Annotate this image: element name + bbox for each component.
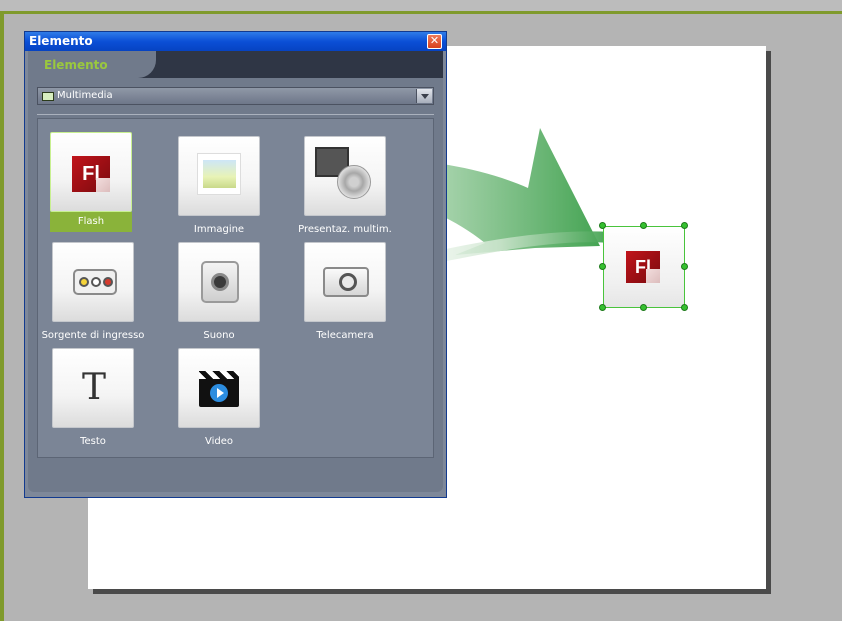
element-panel: Elemento ✕ Elemento Multimedia Fl Flash [24, 31, 447, 498]
element-grid: Fl Flash Immagine Presentaz. multim. Sor… [37, 118, 434, 458]
multimedia-presentation-icon [315, 147, 373, 199]
item-telecamera-tile[interactable] [304, 242, 386, 322]
top-bar [0, 0, 842, 14]
tab-elemento-label: Elemento [44, 58, 108, 72]
resize-handle-e[interactable] [681, 263, 688, 270]
separator [37, 114, 434, 115]
item-presentazione-tile[interactable] [304, 136, 386, 216]
item-suono[interactable]: Suono [178, 242, 260, 341]
item-testo-label: Testo [80, 436, 106, 447]
tab-elemento[interactable]: Elemento [28, 51, 156, 78]
item-flash[interactable]: Fl Flash [50, 132, 132, 232]
resize-handle-se[interactable] [681, 304, 688, 311]
item-immagine-tile[interactable] [178, 136, 260, 216]
image-icon [197, 153, 241, 195]
item-testo-tile[interactable]: T [52, 348, 134, 428]
item-telecamera[interactable]: Telecamera [304, 242, 386, 341]
panel-titlebar[interactable]: Elemento ✕ [25, 32, 446, 51]
folder-icon [42, 92, 54, 101]
placed-flash-element[interactable]: Fl [599, 222, 688, 311]
flash-icon: Fl [72, 156, 110, 192]
text-icon: T [81, 367, 106, 408]
resize-handle-ne[interactable] [681, 222, 688, 229]
item-immagine-label: Immagine [193, 224, 245, 235]
category-dropdown-value: Multimedia [57, 90, 113, 101]
video-icon [199, 371, 239, 407]
resize-handle-sw[interactable] [599, 304, 606, 311]
camera-icon [323, 267, 369, 297]
item-suono-label: Suono [203, 330, 235, 341]
item-presentazione-multimediale[interactable]: Presentaz. multim. [298, 136, 392, 235]
item-immagine[interactable]: Immagine [178, 136, 260, 235]
item-telecamera-label: Telecamera [316, 330, 374, 341]
chevron-down-icon[interactable] [416, 89, 432, 103]
item-sorgente-label: Sorgente di ingresso [41, 330, 145, 341]
close-icon: ✕ [429, 34, 440, 47]
close-button[interactable]: ✕ [427, 34, 442, 49]
tab-strip: Elemento [28, 51, 443, 78]
resize-handle-n[interactable] [640, 222, 647, 229]
resize-handle-w[interactable] [599, 263, 606, 270]
item-video-label: Video [204, 436, 234, 447]
item-video[interactable]: Video [178, 348, 260, 447]
panel-body: Elemento Multimedia Fl Flash Immagine Pr… [28, 51, 443, 492]
panel-title: Elemento [29, 34, 93, 48]
resize-handle-s[interactable] [640, 304, 647, 311]
item-suono-tile[interactable] [178, 242, 260, 322]
category-dropdown[interactable]: Multimedia [37, 87, 434, 105]
item-flash-tile[interactable]: Fl [50, 132, 132, 212]
input-source-icon [73, 269, 117, 295]
item-sorgente-di-ingresso[interactable]: Sorgente di ingresso [42, 242, 144, 341]
item-testo[interactable]: T Testo [52, 348, 134, 447]
item-sorgente-tile[interactable] [52, 242, 134, 322]
flash-icon: Fl [626, 251, 660, 283]
item-video-tile[interactable] [178, 348, 260, 428]
resize-handle-nw[interactable] [599, 222, 606, 229]
item-presentazione-label: Presentaz. multim. [298, 224, 392, 235]
speaker-icon [201, 261, 239, 303]
item-flash-label: Flash [50, 212, 132, 232]
